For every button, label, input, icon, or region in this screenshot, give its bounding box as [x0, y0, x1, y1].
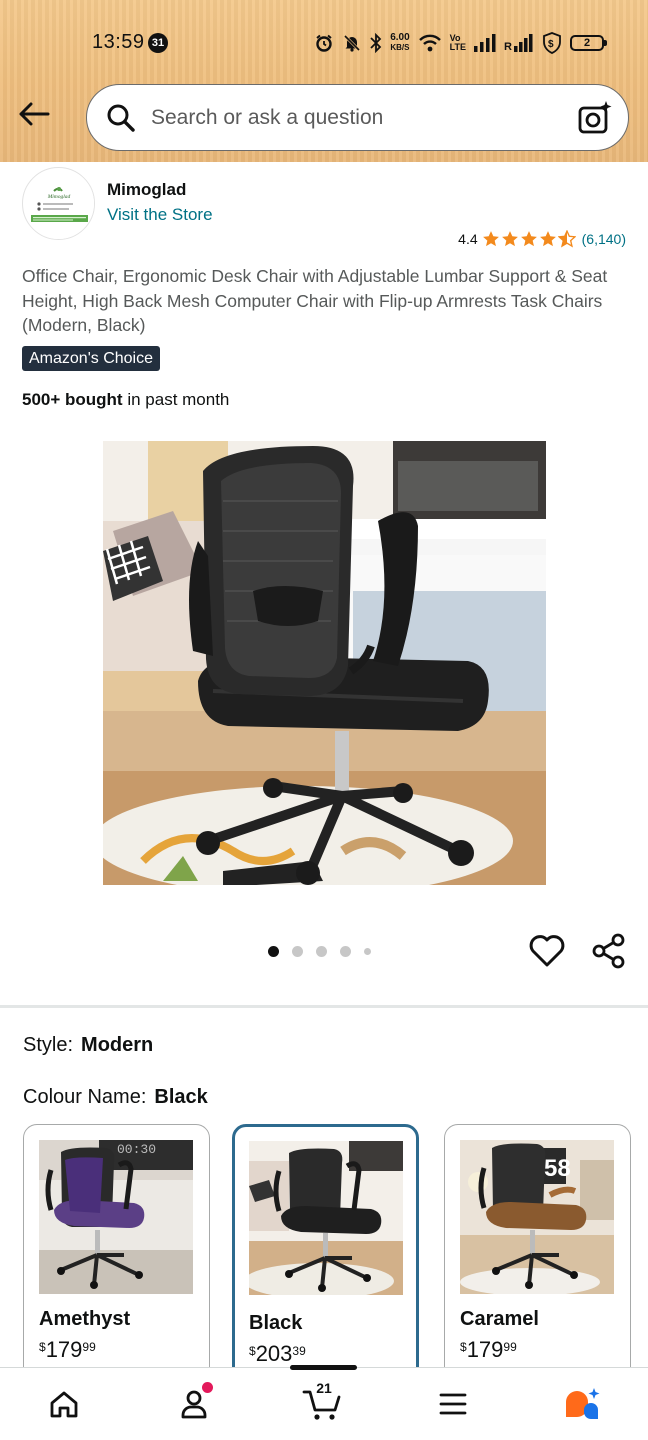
- section-divider: [0, 1005, 648, 1008]
- mute-icon: [344, 34, 361, 52]
- status-icons: 6.00 KB/S Vo LTE R $ 2: [314, 30, 607, 56]
- vpn-shield-icon: $: [543, 32, 561, 54]
- star-icon-full: [539, 231, 556, 247]
- swatch-name: Caramel: [460, 1308, 539, 1330]
- colour-option: Colour Name: Black: [23, 1086, 208, 1109]
- price-whole: 179: [466, 1337, 504, 1362]
- colour-swatch-black[interactable]: Black $20339: [232, 1124, 419, 1384]
- home-icon: [50, 1391, 78, 1418]
- carousel-dot-active[interactable]: [268, 946, 279, 957]
- star-rating: [482, 230, 576, 248]
- back-arrow-icon: [19, 102, 50, 126]
- swatch-image: 00:30: [39, 1140, 193, 1294]
- colour-swatch-caramel[interactable]: 2 58 Caramel $17999: [444, 1124, 631, 1384]
- swatch-name: Black: [249, 1312, 303, 1334]
- rating-value: 4.4: [458, 231, 478, 247]
- bought-count-bold: 500+ bought: [22, 390, 123, 409]
- volte-indicator: Vo LTE: [449, 33, 466, 52]
- rufus-icon: [566, 1388, 600, 1419]
- bluetooth-icon: [370, 33, 382, 53]
- svg-text:$: $: [548, 39, 554, 50]
- product-image[interactable]: [103, 441, 546, 885]
- bought-count-rest: in past month: [122, 390, 230, 409]
- swatch-price: $20339: [249, 1341, 306, 1367]
- carousel-dot[interactable]: [364, 948, 371, 955]
- image-carousel-dots[interactable]: [268, 946, 371, 957]
- amazons-choice-badge: Amazon's Choice: [22, 346, 160, 371]
- back-button[interactable]: [16, 96, 52, 132]
- nav-menu-button[interactable]: [431, 1382, 475, 1426]
- nav-cart-button[interactable]: 21: [300, 1380, 344, 1426]
- price-fraction: 99: [82, 1340, 96, 1354]
- nav-home-button[interactable]: [42, 1382, 86, 1426]
- search-placeholder: Search or ask a question: [151, 105, 384, 129]
- wifi-icon: [418, 34, 441, 52]
- status-time: 13:59: [92, 31, 145, 53]
- swatch-clock-overlay: 00:30: [117, 1142, 156, 1157]
- bought-count: 500+ bought in past month: [22, 390, 229, 410]
- top-header: 13:59 31 6.00 KB/S Vo LTE R $ 2 Search o…: [0, 0, 648, 162]
- bottom-navigation: 21: [0, 1365, 648, 1440]
- review-count[interactable]: (6,140): [582, 231, 626, 247]
- price-whole: 203: [255, 1341, 293, 1366]
- rating-row[interactable]: 4.4 (6,140): [458, 230, 626, 248]
- swatch-image: 2 58: [460, 1140, 614, 1294]
- share-icon: [592, 933, 625, 969]
- signal-icon: [474, 34, 496, 52]
- wishlist-button[interactable]: [528, 932, 566, 970]
- product-title: Office Chair, Ergonomic Desk Chair with …: [22, 266, 608, 335]
- price-currency: $: [460, 1340, 467, 1354]
- battery-icon: 2: [570, 35, 607, 51]
- seller-name: Mimoglad: [107, 180, 187, 199]
- price-fraction: 39: [292, 1344, 306, 1358]
- colour-value: Black: [154, 1086, 208, 1108]
- style-label: Style:: [23, 1034, 74, 1056]
- price-whole: 179: [45, 1337, 83, 1362]
- network-speed: 6.00 KB/S: [390, 32, 410, 53]
- mimoglad-logo: Mimoglad: [23, 168, 94, 239]
- visit-store-link[interactable]: Visit the Store: [107, 205, 213, 225]
- search-icon: [107, 104, 135, 132]
- price-fraction: 99: [503, 1340, 517, 1354]
- signal-roaming-icon: R: [504, 34, 533, 52]
- account-notification-dot: [202, 1382, 213, 1393]
- share-button[interactable]: [590, 932, 628, 970]
- alarm-icon: [316, 34, 332, 52]
- heart-icon: [529, 935, 565, 967]
- swatch-price: $17999: [460, 1337, 517, 1363]
- notification-count-badge: 31: [148, 33, 168, 53]
- nav-rufus-button[interactable]: [560, 1382, 604, 1426]
- swatch-price: $17999: [39, 1337, 96, 1363]
- camera-search-icon[interactable]: [576, 99, 614, 137]
- svg-text:R: R: [504, 41, 512, 52]
- svg-text:Mimoglad: Mimoglad: [47, 194, 71, 200]
- menu-icon: [439, 1393, 467, 1415]
- swatch-image: [249, 1141, 403, 1295]
- status-bar: 13:59 31 6.00 KB/S Vo LTE R $ 2: [0, 0, 648, 80]
- nav-account-button[interactable]: [172, 1382, 216, 1426]
- carousel-dot[interactable]: [340, 946, 351, 957]
- style-option: Style: Modern: [23, 1034, 153, 1057]
- price-currency: $: [249, 1344, 256, 1358]
- star-icon-half: [557, 230, 576, 248]
- price-currency: $: [39, 1340, 46, 1354]
- star-icon-full: [501, 231, 518, 247]
- nav-active-indicator: [290, 1365, 357, 1370]
- carousel-dot[interactable]: [292, 946, 303, 957]
- style-value: Modern: [81, 1034, 154, 1056]
- colour-swatch-amethyst[interactable]: 00:30 Amethyst $17999: [23, 1124, 210, 1384]
- search-input[interactable]: Search or ask a question: [86, 84, 629, 151]
- star-icon-full: [482, 231, 499, 247]
- cart-count: 21: [316, 1380, 332, 1396]
- swatch-name: Amethyst: [39, 1308, 131, 1330]
- star-icon-full: [520, 231, 537, 247]
- carousel-dot[interactable]: [316, 946, 327, 957]
- colour-label: Colour Name:: [23, 1086, 147, 1108]
- seller-logo[interactable]: Mimoglad: [22, 167, 95, 240]
